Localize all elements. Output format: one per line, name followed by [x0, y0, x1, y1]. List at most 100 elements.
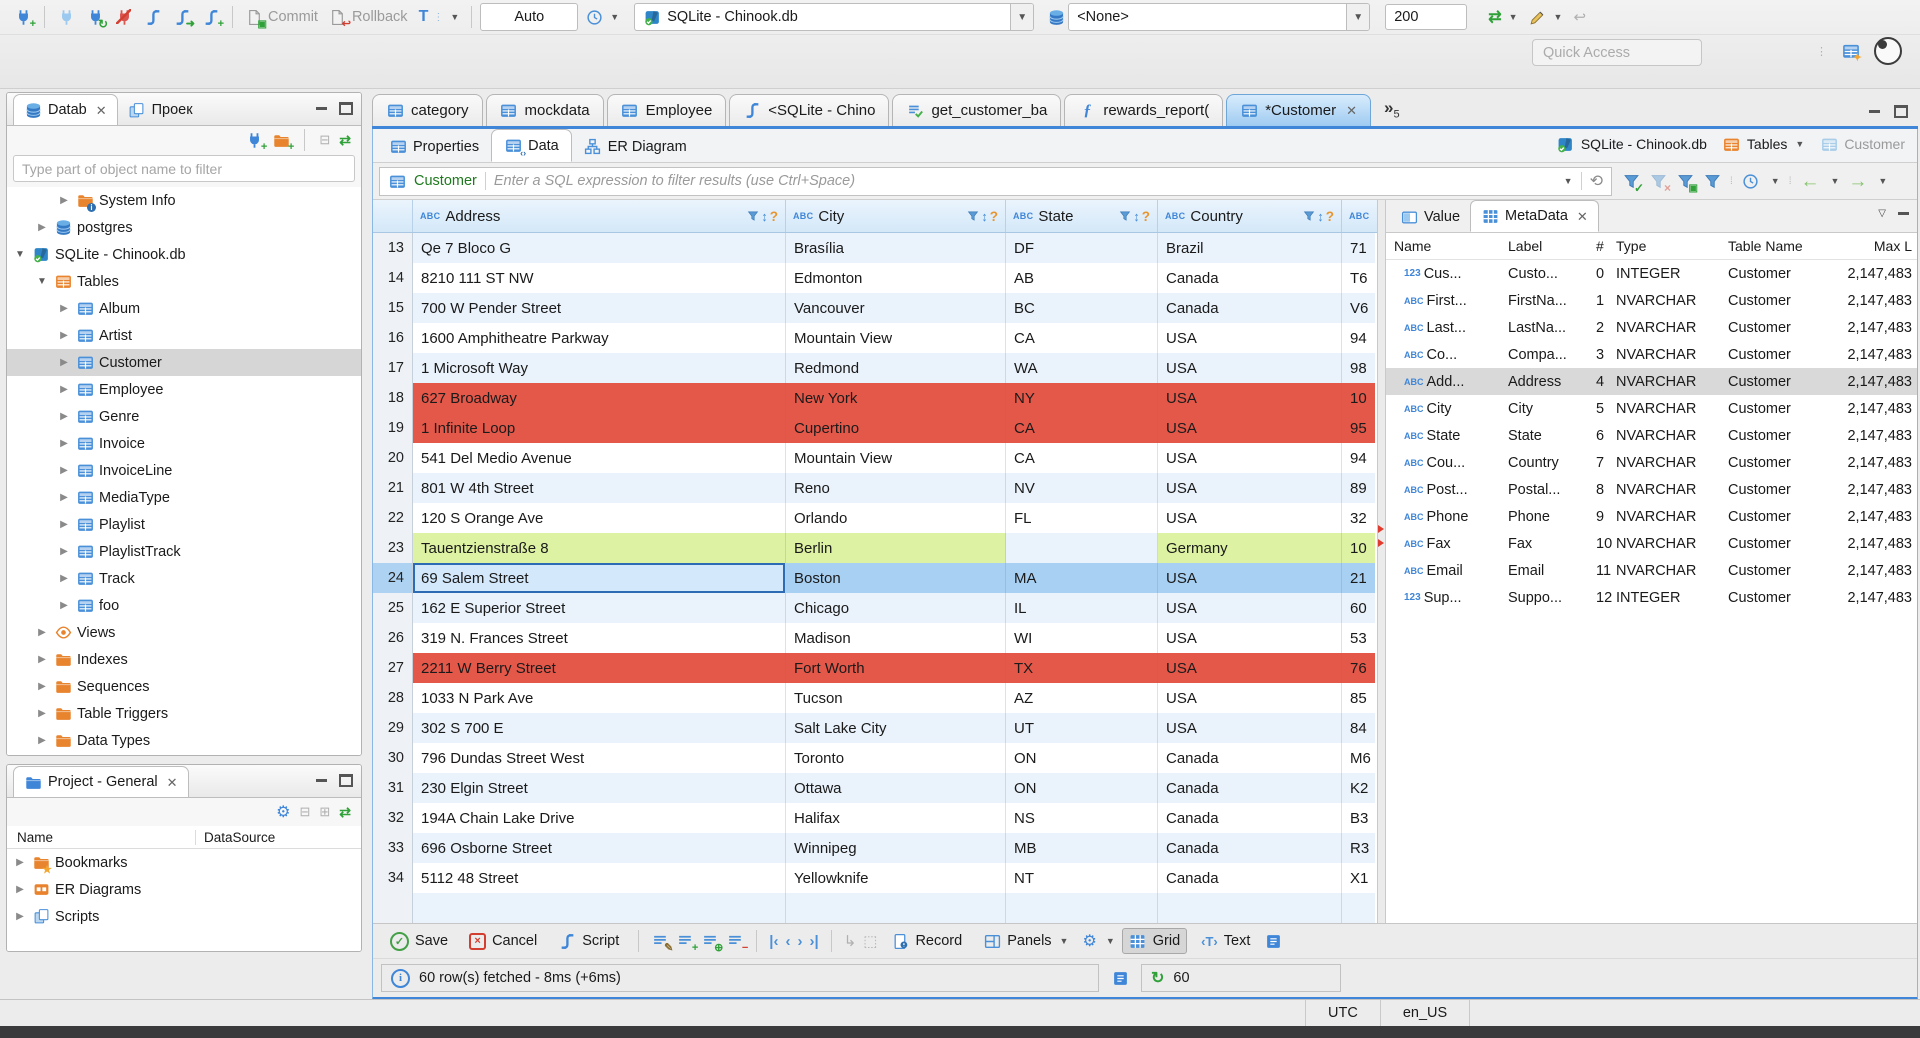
meta-cell[interactable]: NVARCHAR: [1612, 563, 1724, 579]
meta-cell[interactable]: Customer: [1724, 347, 1824, 363]
meta-cell-name[interactable]: 123 Cus...: [1386, 266, 1504, 282]
cell-postalcode-partial[interactable]: 94: [1342, 323, 1375, 353]
folder-add-icon[interactable]: +: [272, 131, 294, 153]
expander-icon[interactable]: ▶: [35, 681, 49, 692]
cell-address[interactable]: 796 Dundas Street West: [413, 743, 786, 773]
cell-country[interactable]: USA: [1158, 683, 1342, 713]
meta-cell[interactable]: 5: [1592, 401, 1612, 417]
cell-country[interactable]: Germany: [1158, 533, 1342, 563]
cell-city[interactable]: Brasília: [786, 233, 1006, 263]
meta-cell[interactable]: Postal...: [1504, 482, 1592, 498]
expander-icon[interactable]: ▶: [35, 222, 49, 233]
cell-state[interactable]: TX: [1006, 653, 1158, 683]
meta-cell[interactable]: 1: [1592, 293, 1612, 309]
row-number-cell[interactable]: 30: [373, 743, 413, 773]
board-icon[interactable]: [1111, 969, 1129, 987]
rollback-button[interactable]: ↩ Rollback: [325, 6, 412, 30]
cell-state[interactable]: MA: [1006, 563, 1158, 593]
zoom-cell-icon[interactable]: ⬚: [863, 932, 877, 950]
custom-filter-icon[interactable]: [1703, 172, 1721, 190]
editor-tab-mockdata[interactable]: mockdata: [485, 94, 604, 126]
cell-state[interactable]: CA: [1006, 323, 1158, 353]
value-view-icon[interactable]: [1264, 932, 1282, 950]
row-number-cell[interactable]: 33: [373, 833, 413, 863]
row-number-cell[interactable]: 21: [373, 473, 413, 503]
goto-row-icon[interactable]: ↳: [844, 932, 857, 950]
cell-country[interactable]: USA: [1158, 713, 1342, 743]
close-icon[interactable]: ✕: [96, 104, 107, 117]
minimize-icon[interactable]: [1869, 110, 1880, 113]
new-sql-editor-button[interactable]: +: [198, 6, 224, 30]
grid-corner-cell[interactable]: [373, 200, 413, 232]
cell-address[interactable]: 302 S 700 E: [413, 713, 786, 743]
meta-cell[interactable]: 2,147,483: [1824, 320, 1916, 336]
row-number-cell[interactable]: 20: [373, 443, 413, 473]
cell-postalcode-partial[interactable]: 53: [1342, 623, 1375, 653]
sidebar-item-indexes[interactable]: ▶ Indexes: [7, 646, 361, 673]
active-connection-combo[interactable]: SQLite - Chinook.db ▼: [634, 3, 1035, 31]
cell-country[interactable]: USA: [1158, 413, 1342, 443]
expander-icon[interactable]: ▶: [57, 546, 71, 557]
metadata-row[interactable]: ABC Post... Postal... 8 NVARCHAR Customer 2,14…: [1386, 476, 1917, 503]
cell-state[interactable]: NT: [1006, 863, 1158, 893]
connect-button[interactable]: [53, 6, 79, 28]
cell-city[interactable]: Halifax: [786, 803, 1006, 833]
cell-country[interactable]: Canada: [1158, 803, 1342, 833]
cell-address[interactable]: 627 Broadway: [413, 383, 786, 413]
meta-cell[interactable]: Phone: [1504, 509, 1592, 525]
column-header-country[interactable]: ABC Country ↕?: [1158, 200, 1342, 232]
table-row[interactable]: 29 302 S 700 E Salt Lake City UT USA 84: [373, 713, 1377, 743]
expander-icon[interactable]: ▶: [57, 600, 71, 611]
sidebar-item-sqlite-chinook-db[interactable]: ▼ SQLite - Chinook.db: [7, 241, 361, 268]
sidebar-item-playlist[interactable]: ▶ Playlist: [7, 511, 361, 538]
meta-cell[interactable]: Customer: [1724, 563, 1824, 579]
cell-postalcode-partial[interactable]: V6: [1342, 293, 1375, 323]
row-number-cell[interactable]: 15: [373, 293, 413, 323]
editor-tab-employee[interactable]: Employee: [606, 94, 727, 126]
cell-country[interactable]: USA: [1158, 563, 1342, 593]
table-row[interactable]: 27 2211 W Berry Street Fort Worth TX USA 76: [373, 653, 1377, 683]
cell-city[interactable]: New York: [786, 383, 1006, 413]
cell-postalcode-partial[interactable]: 84: [1342, 713, 1375, 743]
sidebar-item-invoice[interactable]: ▶ Invoice: [7, 430, 361, 457]
meta-cell[interactable]: 2,147,483: [1824, 590, 1916, 606]
breadcrumb-table[interactable]: Customer: [1820, 135, 1905, 153]
cell-postalcode-partial[interactable]: 10: [1342, 533, 1375, 563]
connection-dropdown-arrow[interactable]: ▼: [1010, 4, 1034, 30]
row-number-cell[interactable]: 34: [373, 863, 413, 893]
table-row[interactable]: 15 700 W Pender Street Vancouver BC Canada V6: [373, 293, 1377, 323]
cell-city[interactable]: Berlin: [786, 533, 1006, 563]
cell-address[interactable]: 1 Microsoft Way: [413, 353, 786, 383]
cell-state[interactable]: NS: [1006, 803, 1158, 833]
table-row[interactable]: 31 230 Elgin Street Ottawa ON Canada K2: [373, 773, 1377, 803]
meta-cell[interactable]: Customer: [1724, 401, 1824, 417]
cell-address[interactable]: 230 Elgin Street: [413, 773, 786, 803]
cell-country[interactable]: Canada: [1158, 263, 1342, 293]
breadcrumb-tables[interactable]: Tables ▼: [1723, 135, 1804, 153]
undo-button[interactable]: ↩: [1569, 6, 1590, 28]
sidebar-item-playlisttrack[interactable]: ▶ PlaylistTrack: [7, 538, 361, 565]
cell-city[interactable]: Winnipeg: [786, 833, 1006, 863]
meta-cell[interactable]: Fax: [1504, 536, 1592, 552]
row-number-cell[interactable]: 27: [373, 653, 413, 683]
sort-hint-icon[interactable]: ?: [770, 209, 778, 224]
meta-cell[interactable]: Country: [1504, 455, 1592, 471]
meta-cell[interactable]: City: [1504, 401, 1592, 417]
fetch-next-icon[interactable]: →: [1848, 172, 1867, 191]
cell-city[interactable]: Vancouver: [786, 293, 1006, 323]
cell-country[interactable]: Canada: [1158, 743, 1342, 773]
table-row[interactable]: 23 Tauentzienstraße 8 Berlin Germany 10: [373, 533, 1377, 563]
previous-dropdown-arrow[interactable]: ▼: [1830, 176, 1839, 186]
cell-state[interactable]: NV: [1006, 473, 1158, 503]
metadata-row[interactable]: ABC Last... LastNa... 2 NVARCHAR Customer 2,14…: [1386, 314, 1917, 341]
transaction-mode-button[interactable]: T ⋮ ▼: [415, 6, 464, 28]
metadata-row[interactable]: ABC City City 5 NVARCHAR Customer 2,147,483: [1386, 395, 1917, 422]
cell-country[interactable]: USA: [1158, 473, 1342, 503]
commit-button[interactable]: ▣ Commit: [241, 6, 322, 30]
row-number-cell[interactable]: 17: [373, 353, 413, 383]
cell-postalcode-partial[interactable]: 76: [1342, 653, 1375, 683]
dbeaver-perspective-icon[interactable]: [1874, 37, 1902, 65]
filter-funnel-icon[interactable]: [966, 210, 979, 223]
cell-postalcode-partial[interactable]: 94: [1342, 443, 1375, 473]
cell-country[interactable]: USA: [1158, 653, 1342, 683]
